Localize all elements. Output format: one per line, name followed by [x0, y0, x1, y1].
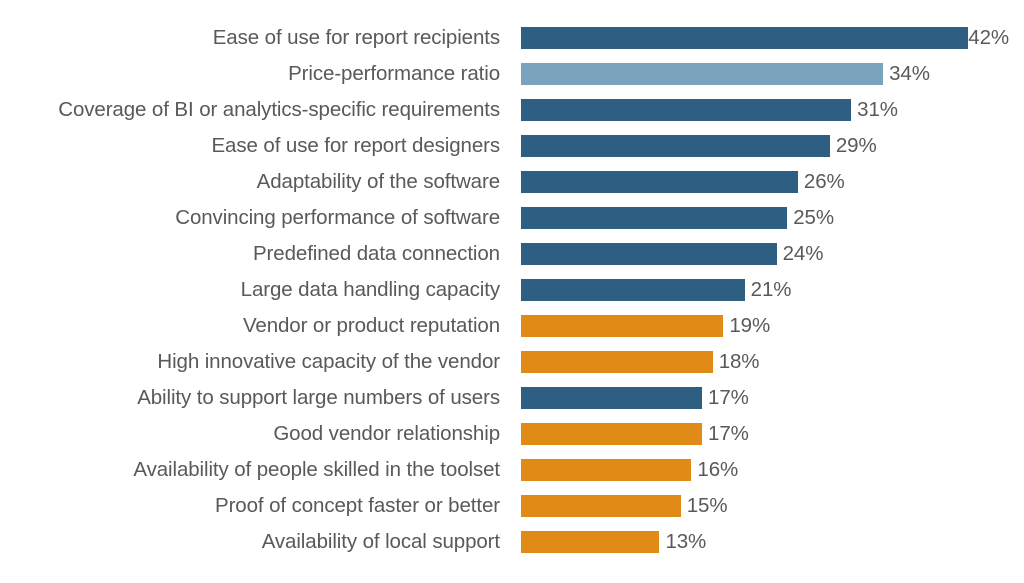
- bar: [521, 531, 660, 553]
- bar: [521, 387, 703, 409]
- bar-value-label: 16%: [697, 458, 739, 481]
- chart-row: High innovative capacity of the vendor 18…: [0, 344, 1024, 380]
- bar-chart: Ease of use for report recipients 42% Pric…: [0, 0, 1024, 583]
- bar: [521, 207, 788, 229]
- bar: [521, 459, 692, 481]
- bar-value-label: 34%: [889, 62, 930, 85]
- chart-row: Availability of people skilled in the to…: [0, 452, 1024, 488]
- bar: [521, 279, 745, 301]
- category-label: Ability to support large numbers of user…: [137, 386, 500, 409]
- chart-row: Ability to support large numbers of user…: [0, 380, 1024, 416]
- chart-row: Ease of use for report recipients 42%: [0, 20, 1024, 56]
- bar: [521, 99, 852, 121]
- chart-row: Adaptability of the software 26%: [0, 164, 1024, 200]
- bar: [521, 315, 724, 337]
- bar: [521, 171, 798, 193]
- category-label: Proof of concept faster or better: [215, 494, 500, 517]
- category-label: Coverage of BI or analytics-specific req…: [58, 98, 500, 121]
- category-label: High innovative capacity of the vendor: [157, 350, 500, 373]
- bar-value-label: 18%: [718, 350, 760, 373]
- chart-row: Good vendor relationship 17%: [0, 416, 1024, 452]
- chart-row: Vendor or product reputation 19%: [0, 308, 1024, 344]
- category-label: Price-performance ratio: [288, 62, 500, 85]
- bar-value-label: 31%: [857, 98, 898, 121]
- bar-value-label: 42%: [968, 26, 1010, 49]
- bar: [521, 351, 713, 373]
- chart-row: Ease of use for report designers 29%: [0, 128, 1024, 164]
- bar: [521, 63, 884, 85]
- bar-value-label: 24%: [782, 242, 824, 265]
- bar-value-label: 26%: [803, 170, 845, 193]
- category-label: Adaptability of the software: [256, 170, 500, 193]
- category-label: Availability of local support: [261, 530, 500, 553]
- category-label: Good vendor relationship: [273, 422, 500, 445]
- category-label: Large data handling capacity: [240, 278, 500, 301]
- bar-value-label: 15%: [686, 494, 728, 517]
- category-label: Predefined data connection: [252, 242, 500, 265]
- bar-value-label: 19%: [729, 314, 771, 337]
- bar-value-label: 17%: [708, 386, 749, 409]
- chart-row: Large data handling capacity 21%: [0, 272, 1024, 308]
- bar-value-label: 13%: [665, 530, 707, 553]
- chart-row: Proof of concept faster or better 15%: [0, 488, 1024, 524]
- bar: [521, 243, 777, 265]
- bar-value-label: 21%: [750, 278, 792, 301]
- category-label: Vendor or product reputation: [242, 314, 500, 337]
- chart-row: Predefined data connection 24%: [0, 236, 1024, 272]
- bar: [521, 135, 830, 157]
- bar-value-label: 17%: [708, 422, 749, 445]
- bar-value-label: 25%: [793, 206, 834, 229]
- bar: [521, 27, 969, 49]
- bar-value-label: 29%: [835, 134, 877, 157]
- chart-plot-area: Ease of use for report recipients 42% Pric…: [0, 0, 1024, 583]
- chart-row: Price-performance ratio 34%: [0, 56, 1024, 92]
- bar: [521, 495, 681, 517]
- category-label: Ease of use for report designers: [211, 134, 500, 157]
- category-label: Convincing performance of software: [175, 206, 500, 229]
- chart-row: Coverage of BI or analytics-specific req…: [0, 92, 1024, 128]
- chart-row: Availability of local support 13%: [0, 524, 1024, 560]
- bar: [521, 423, 703, 445]
- category-label: Availability of people skilled in the to…: [133, 458, 500, 481]
- category-label: Ease of use for report recipients: [212, 26, 500, 49]
- chart-row: Convincing performance of software 25%: [0, 200, 1024, 236]
